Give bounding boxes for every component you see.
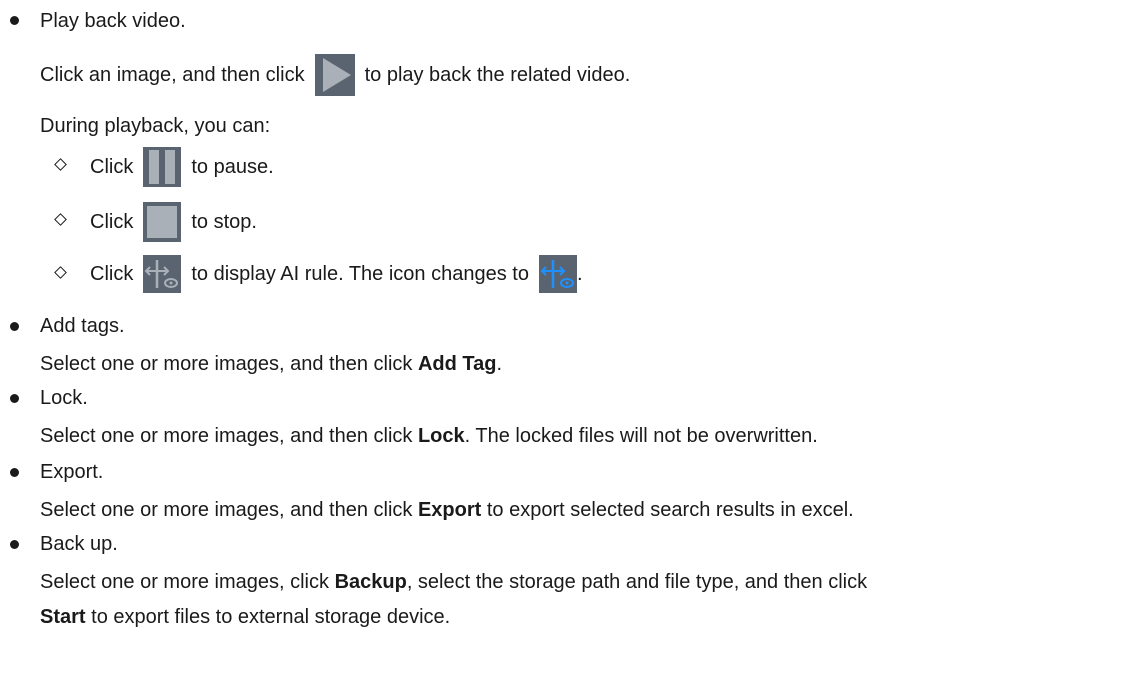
backup-label: Backup [334, 571, 407, 593]
backup-description-line-1: Select one or more images, click Backup,… [40, 571, 868, 593]
ai-rule-line: Click to display AI rule. The icon chang… [90, 255, 583, 293]
sub-bullet [54, 213, 67, 226]
bullet [10, 540, 19, 549]
export-heading: Export. [40, 461, 104, 483]
ai-rule-active-icon [538, 255, 577, 293]
playback-click-line: Click an image, and then click to play b… [40, 54, 630, 96]
tags-description: Select one or more images, and then clic… [40, 353, 503, 375]
stop-icon [143, 202, 182, 242]
sub-bullet [54, 158, 67, 171]
lock-label: Lock [417, 425, 465, 447]
document-page: Play back video. Click an image, and the… [0, 0, 1133, 697]
bullet [10, 468, 19, 477]
pause-line: Click to pause. [90, 147, 274, 187]
bullet [10, 322, 19, 331]
bullet [10, 16, 19, 25]
ai-rule-icon [143, 255, 182, 293]
bullet [10, 394, 19, 403]
pause-icon [143, 147, 182, 187]
export-label: Export [417, 499, 482, 521]
lock-heading: Lock. [40, 387, 88, 409]
export-description: Select one or more images, and then clic… [40, 499, 854, 521]
tags-heading: Add tags. [40, 315, 125, 337]
stop-line: Click to stop. [90, 202, 257, 242]
play-icon [314, 54, 355, 96]
backup-heading: Back up. [40, 533, 118, 555]
start-label: Start [40, 606, 86, 628]
backup-description-line-2: Start to export files to external storag… [40, 606, 451, 628]
sub-bullet [54, 266, 67, 279]
playback-heading: Play back video. [40, 10, 186, 32]
lock-description: Select one or more images, and then clic… [40, 425, 818, 447]
during-playback-text: During playback, you can: [40, 115, 271, 137]
add-tag-label: Add Tag [417, 353, 497, 375]
